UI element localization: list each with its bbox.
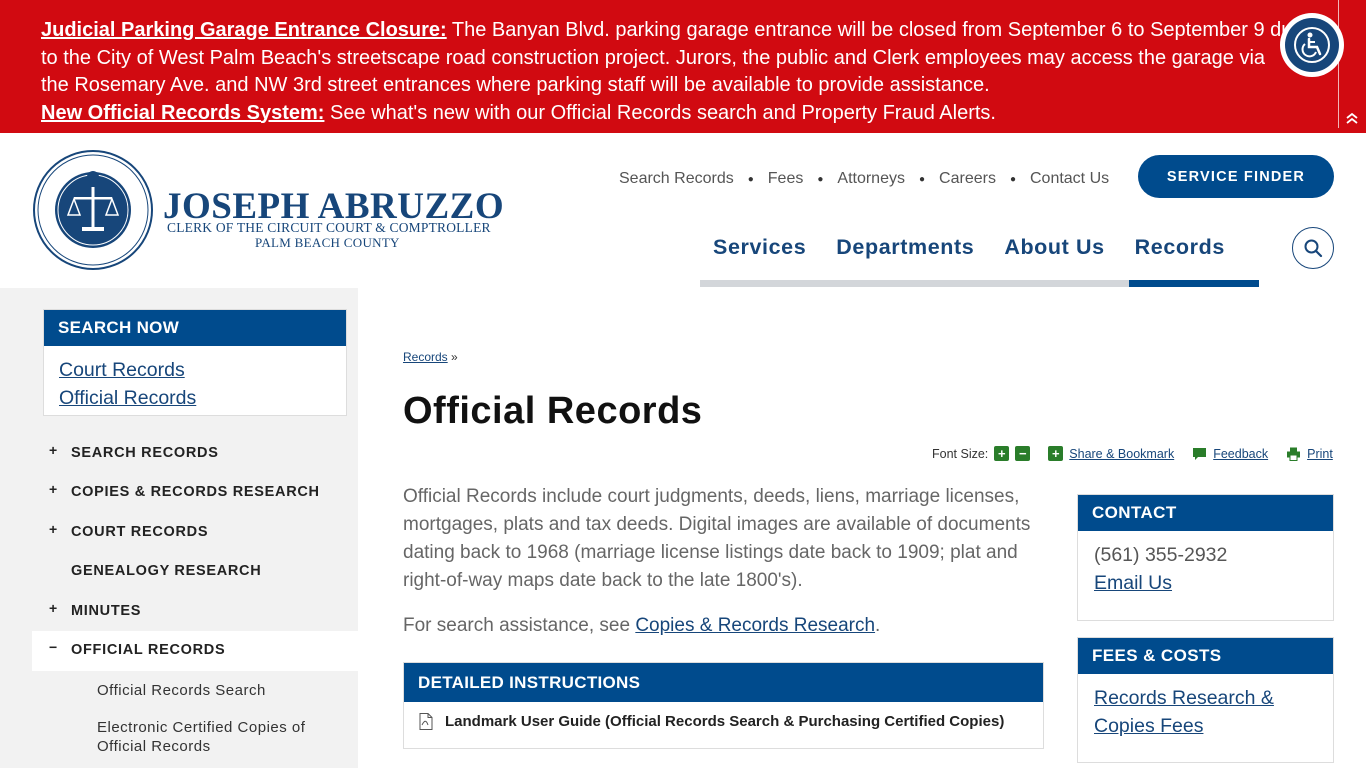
utility-nav: Search Records ● Fees ● Attorneys ● Care… bbox=[619, 170, 1109, 188]
link-copies-research[interactable]: Copies & Records Research bbox=[635, 615, 875, 636]
separator-dot: ● bbox=[817, 173, 824, 185]
alert-text: Judicial Parking Garage Entrance Closure… bbox=[41, 17, 1341, 127]
alert-link-records[interactable]: New Official Records System: bbox=[41, 102, 324, 124]
link-court-records[interactable]: Court Records bbox=[44, 356, 346, 384]
assist-suffix: . bbox=[875, 615, 881, 636]
page-title: Official Records bbox=[403, 390, 703, 432]
pdf-icon bbox=[419, 713, 433, 730]
alert-link-parking[interactable]: Judicial Parking Garage Entrance Closure… bbox=[41, 19, 447, 41]
nav-services[interactable]: Services bbox=[713, 235, 806, 260]
alert-body: The Banyan Blvd. parking garage entrance… bbox=[446, 19, 1304, 41]
breadcrumb-records[interactable]: Records bbox=[403, 350, 448, 364]
breadcrumb-separator: » bbox=[447, 350, 458, 364]
assist-paragraph: For search assistance, see Copies & Reco… bbox=[403, 615, 880, 637]
collapse-alert-button[interactable] bbox=[1342, 108, 1362, 128]
font-increase-button[interactable]: + bbox=[994, 446, 1010, 461]
alert-body: See what's new with our Official Records… bbox=[324, 101, 996, 124]
document-link[interactable]: Landmark User Guide (Official Records Se… bbox=[419, 713, 1004, 730]
document-title[interactable]: Landmark User Guide (Official Records Se… bbox=[445, 713, 1004, 730]
clerk-title: CLERK OF THE CIRCUIT COURT & COMPTROLLER bbox=[167, 220, 491, 235]
font-size-label: Font Size: bbox=[932, 446, 989, 461]
page-tools: Font Size: + − + Share & Bookmark Feedba… bbox=[932, 446, 1333, 461]
print-link[interactable]: Print bbox=[1286, 447, 1333, 461]
expand-icon[interactable]: + bbox=[49, 600, 57, 616]
sidebar-item-court-records[interactable]: COURT RECORDS bbox=[71, 524, 208, 540]
search-now-box: SEARCH NOW Court Records Official Record… bbox=[43, 309, 347, 416]
instructions-title: DETAILED INSTRUCTIONS bbox=[404, 663, 1043, 702]
contact-title: CONTACT bbox=[1078, 495, 1333, 531]
alert-divider bbox=[1338, 0, 1339, 128]
sidebar-item-minutes[interactable]: MINUTES bbox=[71, 603, 141, 619]
printer-icon bbox=[1287, 447, 1301, 461]
util-link-careers[interactable]: Careers bbox=[939, 170, 996, 188]
search-now-title: SEARCH NOW bbox=[44, 310, 346, 346]
intro-paragraph: Official Records include court judgments… bbox=[403, 486, 1031, 591]
collapse-icon[interactable]: − bbox=[49, 639, 57, 655]
sidebar-item-official-records[interactable]: OFFICIAL RECORDS bbox=[71, 642, 225, 658]
search-icon bbox=[1304, 239, 1323, 258]
share-icon: + bbox=[1048, 446, 1064, 461]
alert-banner: Judicial Parking Garage Entrance Closure… bbox=[0, 0, 1366, 133]
nav-departments[interactable]: Departments bbox=[836, 235, 974, 260]
breadcrumb: Records » bbox=[403, 350, 458, 364]
nav-active-indicator bbox=[1129, 280, 1259, 287]
sidebar-subitem-search[interactable]: Official Records Search bbox=[97, 681, 266, 700]
util-link-contact-us[interactable]: Contact Us bbox=[1030, 170, 1109, 188]
site-logo[interactable]: JOSEPH ABRUZZO CLERK OF THE CIRCUIT COUR… bbox=[32, 149, 504, 271]
county-name: PALM BEACH COUNTY bbox=[255, 235, 400, 250]
alert-body: the Rosemary Ave. and NW 3rd street entr… bbox=[41, 74, 990, 96]
expand-icon[interactable]: + bbox=[49, 521, 57, 537]
share-label[interactable]: Share & Bookmark bbox=[1069, 447, 1174, 461]
assist-text: For search assistance, see bbox=[403, 615, 636, 636]
link-official-records[interactable]: Official Records bbox=[44, 384, 346, 412]
detailed-instructions-box: DETAILED INSTRUCTIONS Landmark User Guid… bbox=[403, 662, 1044, 749]
sidebar-item-genealogy[interactable]: GENEALOGY RESEARCH bbox=[71, 563, 261, 579]
alert-body: to the City of West Palm Beach's streets… bbox=[41, 46, 1266, 69]
service-finder-button[interactable]: SERVICE FINDER bbox=[1138, 155, 1334, 198]
share-bookmark-link[interactable]: + Share & Bookmark bbox=[1048, 446, 1174, 461]
fees-link-line2[interactable]: Copies Fees bbox=[1094, 715, 1203, 737]
sidebar-subitem-certified-copies[interactable]: Electronic Certified Copies of Official … bbox=[97, 718, 337, 756]
sidebar-item-search-records[interactable]: SEARCH RECORDS bbox=[71, 445, 219, 461]
font-decrease-button[interactable]: − bbox=[1015, 446, 1031, 461]
util-link-fees[interactable]: Fees bbox=[768, 170, 804, 188]
fees-box: FEES & COSTS Records Research & Copies F… bbox=[1077, 637, 1334, 763]
feedback-link[interactable]: Feedback bbox=[1192, 447, 1268, 461]
contact-phone: (561) 355-2932 bbox=[1094, 544, 1228, 566]
nav-underline bbox=[700, 280, 1129, 287]
separator-dot: ● bbox=[747, 173, 754, 185]
fees-link-line1[interactable]: Records Research & bbox=[1094, 687, 1274, 709]
contact-box: CONTACT (561) 355-2932 Email Us bbox=[1077, 494, 1334, 621]
county-seal-icon bbox=[33, 150, 153, 270]
accessibility-icon bbox=[1294, 27, 1330, 63]
util-link-attorneys[interactable]: Attorneys bbox=[837, 170, 905, 188]
expand-icon[interactable]: + bbox=[49, 481, 57, 497]
nav-about-us[interactable]: About Us bbox=[1004, 235, 1104, 260]
site-search-button[interactable] bbox=[1292, 227, 1334, 269]
feedback-label[interactable]: Feedback bbox=[1213, 447, 1268, 461]
chevron-up-icon bbox=[1346, 112, 1358, 124]
comment-icon bbox=[1193, 447, 1207, 460]
accessibility-button[interactable] bbox=[1280, 13, 1344, 77]
expand-icon[interactable]: + bbox=[49, 442, 57, 458]
util-link-search-records[interactable]: Search Records bbox=[619, 170, 734, 188]
print-label[interactable]: Print bbox=[1307, 447, 1333, 461]
separator-dot: ● bbox=[1009, 173, 1016, 185]
email-us-link[interactable]: Email Us bbox=[1094, 572, 1172, 594]
sidebar-item-copies-research[interactable]: COPIES & RECORDS RESEARCH bbox=[71, 484, 320, 500]
separator-dot: ● bbox=[918, 173, 926, 185]
main-nav: Services Departments About Us Records bbox=[713, 235, 1255, 260]
nav-records[interactable]: Records bbox=[1135, 235, 1225, 260]
fees-title: FEES & COSTS bbox=[1078, 638, 1333, 674]
